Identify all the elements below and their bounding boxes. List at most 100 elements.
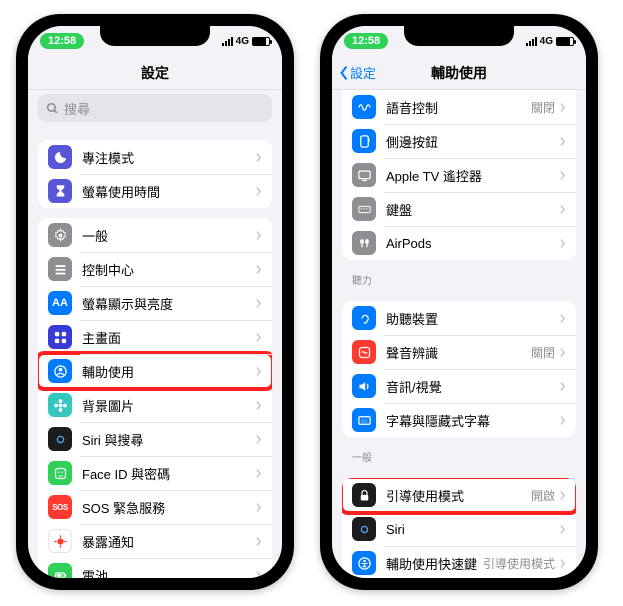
row-battery[interactable]: 電池 — [38, 558, 272, 578]
row-hearing[interactable]: 助聽裝置 — [342, 301, 576, 335]
status-time: 12:58 — [344, 33, 388, 49]
faceid-icon — [48, 461, 72, 485]
search-placeholder: 搜尋 — [64, 99, 90, 118]
row-label: 主畫面 — [82, 328, 255, 347]
signal-icon — [526, 37, 537, 46]
chevron-right-icon — [559, 170, 566, 181]
svg-text:CC: CC — [361, 418, 367, 423]
chevron-right-icon — [559, 136, 566, 147]
row-label: 音訊/視覺 — [386, 377, 559, 396]
carrier-label: 4G — [236, 36, 249, 47]
appletv-icon — [352, 163, 376, 187]
chevron-right-icon — [559, 238, 566, 249]
accessibility-icon — [48, 359, 72, 383]
row-label: SOS 緊急服務 — [82, 498, 255, 517]
content-right[interactable]: 語音控制 關閉 側邊按鈕 Apple TV 遙控器 鍵盤 AirPods 聽力 … — [332, 90, 586, 578]
focus-icon — [48, 145, 72, 169]
row-label: AirPods — [386, 236, 559, 251]
row-detail: 關閉 — [531, 344, 555, 361]
row-accessibility[interactable]: 輔助使用 — [38, 354, 272, 388]
general-icon — [48, 223, 72, 247]
row-airpods[interactable]: AirPods — [342, 226, 576, 260]
row-label: Siri 與搜尋 — [82, 430, 255, 449]
chevron-right-icon — [559, 524, 566, 535]
chevron-right-icon — [255, 264, 262, 275]
exposure-icon — [48, 529, 72, 553]
chevron-right-icon — [559, 490, 566, 501]
row-keyboard[interactable]: 鍵盤 — [342, 192, 576, 226]
hearing-icon — [352, 306, 376, 330]
row-label: 螢幕使用時間 — [82, 182, 255, 201]
row-label: Face ID 與密碼 — [82, 464, 255, 483]
page-title: 設定 — [141, 63, 169, 83]
chevron-right-icon — [559, 347, 566, 358]
row-display[interactable]: AA 螢幕顯示與亮度 — [38, 286, 272, 320]
row-faceid[interactable]: Face ID 與密碼 — [38, 456, 272, 490]
notch — [100, 26, 210, 46]
chevron-right-icon — [255, 332, 262, 343]
row-label: 引導使用模式 — [386, 486, 531, 505]
row-captions[interactable]: CC 字幕與隱藏式字幕 — [342, 403, 576, 437]
chevron-right-icon — [255, 536, 262, 547]
display-icon: AA — [48, 291, 72, 315]
row-label: 聲音辨識 — [386, 343, 531, 362]
row-siri[interactable]: Siri 與搜尋 — [38, 422, 272, 456]
airpods-icon — [352, 231, 376, 255]
row-sos[interactable]: SOS SOS 緊急服務 — [38, 490, 272, 524]
voice-icon — [352, 95, 376, 119]
row-control[interactable]: 控制中心 — [38, 252, 272, 286]
battery-icon — [48, 563, 72, 578]
row-label: 助聽裝置 — [386, 309, 559, 328]
row-label: Siri — [386, 522, 559, 537]
row-siri2[interactable]: Siri — [342, 512, 576, 546]
row-label: 專注模式 — [82, 148, 255, 167]
row-focus[interactable]: 專注模式 — [38, 140, 272, 174]
row-voice[interactable]: 語音控制 關閉 — [342, 90, 576, 124]
chevron-right-icon — [559, 381, 566, 392]
settings-group: 助聽裝置 聲音辨識 關閉 音訊/視覺 CC 字幕與隱藏式字幕 — [342, 301, 576, 437]
search-wrap: 搜尋 — [28, 90, 282, 130]
row-general[interactable]: 一般 — [38, 218, 272, 252]
page-title: 輔助使用 — [431, 63, 487, 83]
battery-icon — [252, 37, 270, 46]
row-shortcut[interactable]: 輔助使用快速鍵 引導使用模式 — [342, 546, 576, 578]
keyboard-icon — [352, 197, 376, 221]
search-input[interactable]: 搜尋 — [38, 94, 272, 122]
settings-group: 一般 控制中心 AA 螢幕顯示與亮度 主畫面 輔助使用 背景圖片 Siri 與搜… — [38, 218, 272, 578]
row-exposure[interactable]: 暴露通知 — [38, 524, 272, 558]
status-right: 4G — [222, 36, 270, 47]
chevron-right-icon — [255, 502, 262, 513]
chevron-right-icon — [255, 298, 262, 309]
carrier-label: 4G — [540, 36, 553, 47]
chevron-right-icon — [255, 152, 262, 163]
row-appletv[interactable]: Apple TV 遙控器 — [342, 158, 576, 192]
row-screentime[interactable]: 螢幕使用時間 — [38, 174, 272, 208]
chevron-right-icon — [255, 186, 262, 197]
row-label: 控制中心 — [82, 260, 255, 279]
row-detail: 引導使用模式 — [483, 555, 555, 572]
chevron-right-icon — [559, 102, 566, 113]
screentime-icon — [48, 179, 72, 203]
row-home[interactable]: 主畫面 — [38, 320, 272, 354]
back-button[interactable]: 設定 — [338, 63, 376, 82]
row-label: Apple TV 遙控器 — [386, 166, 559, 185]
row-sound[interactable]: 聲音辨識 關閉 — [342, 335, 576, 369]
wallpaper-icon — [48, 393, 72, 417]
row-detail: 開啟 — [531, 487, 555, 504]
row-guided[interactable]: 引導使用模式 開啟 — [342, 478, 576, 512]
row-label: 輔助使用 — [82, 362, 255, 381]
av-icon — [352, 374, 376, 398]
siri2-icon — [352, 517, 376, 541]
section-header: 一般 — [332, 437, 586, 468]
row-label: 語音控制 — [386, 98, 531, 117]
content-left[interactable]: 專注模式 螢幕使用時間 一般 控制中心 AA 螢幕顯示與亮度 主畫面 輔助使用 … — [28, 130, 282, 578]
signal-icon — [222, 37, 233, 46]
chevron-right-icon — [255, 230, 262, 241]
row-label: 暴露通知 — [82, 532, 255, 551]
row-side[interactable]: 側邊按鈕 — [342, 124, 576, 158]
row-wallpaper[interactable]: 背景圖片 — [38, 388, 272, 422]
chevron-right-icon — [255, 366, 262, 377]
section-header: 聽力 — [332, 260, 586, 291]
row-av[interactable]: 音訊/視覺 — [342, 369, 576, 403]
navbar: 設定 輔助使用 — [332, 56, 586, 90]
